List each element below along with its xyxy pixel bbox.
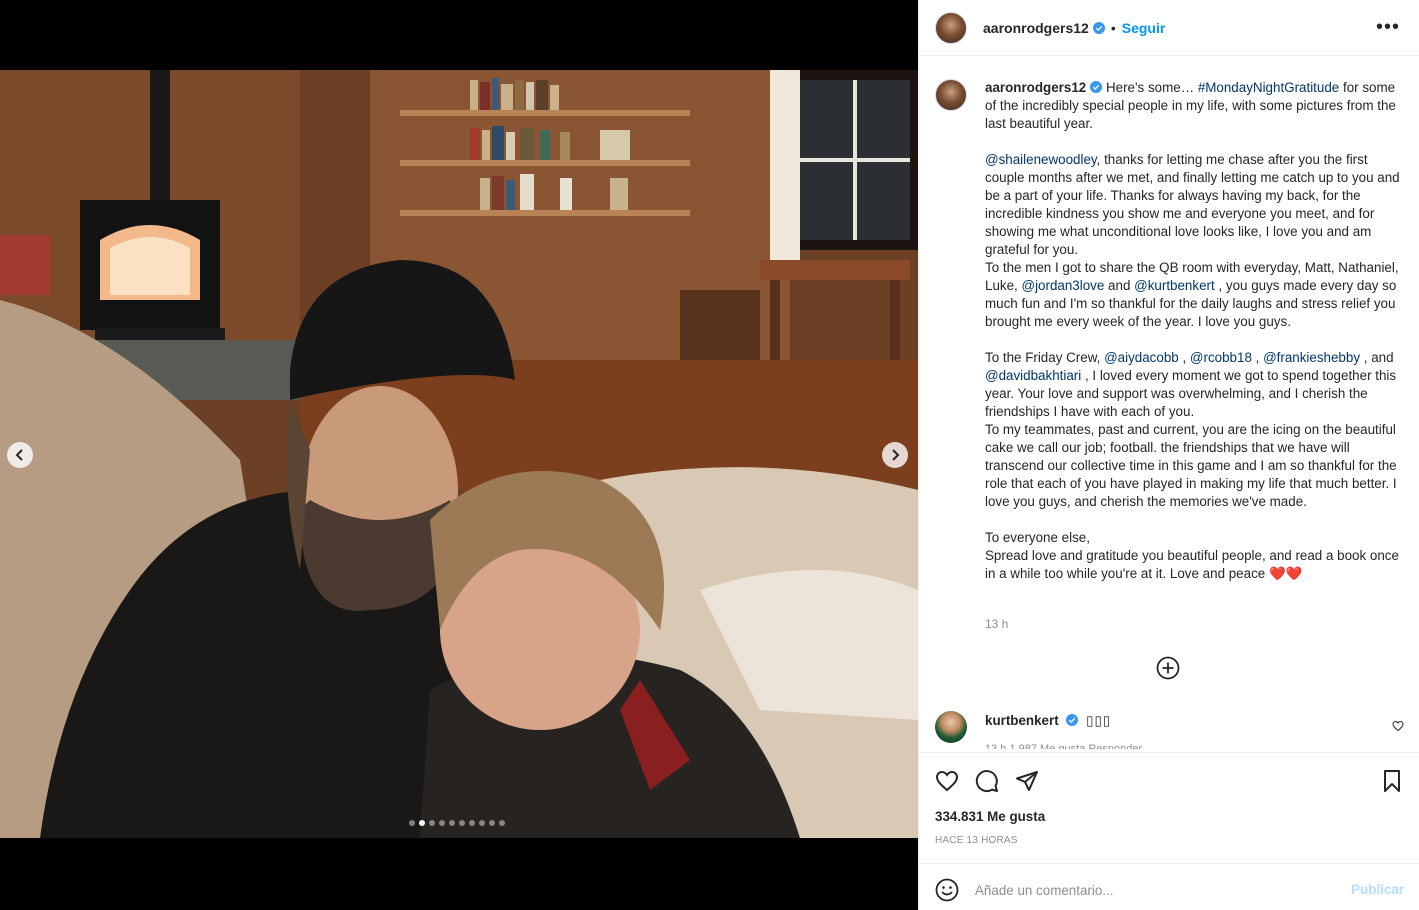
heart-emoji-icon: ❤️❤️: [1268, 566, 1303, 581]
mention-link[interactable]: @jordan3love: [1021, 278, 1104, 293]
like-comment-heart-icon[interactable]: [1392, 720, 1404, 732]
post-photo: [0, 70, 918, 838]
caption-paragraph: aaronrodgers12 Here's some… #MondayNight…: [985, 79, 1405, 133]
carousel-dot: [439, 820, 445, 826]
publish-button[interactable]: Publicar: [1351, 882, 1404, 897]
comment-input[interactable]: [975, 876, 1335, 904]
mention-link[interactable]: @kurtbenkert: [1134, 278, 1215, 293]
carousel-dot: [469, 820, 475, 826]
post-caption: aaronrodgers12 Here's some… #MondayNight…: [985, 79, 1405, 583]
carousel-dot: [459, 820, 465, 826]
like-heart-icon[interactable]: [935, 769, 959, 793]
caption-author-avatar[interactable]: [935, 79, 967, 111]
caption-paragraph: Spread love and gratitude you beautiful …: [985, 547, 1405, 583]
action-bar: 334.831 Me gusta HACE 13 HORAS: [919, 752, 1419, 863]
comment-composer: Publicar: [919, 863, 1419, 910]
caption-and-comments: aaronrodgers12 Here's some… #MondayNight…: [919, 57, 1419, 752]
carousel-dot: [449, 820, 455, 826]
post-side-panel: aaronrodgers12 • Seguir ••• aaronrodgers…: [918, 0, 1419, 910]
previous-photo-button[interactable]: [7, 442, 33, 468]
caption-paragraph: To everyone else,: [985, 529, 1405, 547]
instagram-post-modal: aaronrodgers12 • Seguir ••• aaronrodgers…: [0, 0, 1419, 910]
mention-link[interactable]: @davidbakhtiari: [985, 368, 1081, 383]
caption-text: ,: [1178, 350, 1190, 365]
caption-text: ,: [1251, 350, 1264, 365]
comment-emoji-icon: ▯▯▯: [1086, 713, 1112, 728]
follow-button[interactable]: Seguir: [1122, 20, 1166, 36]
carousel-indicator: [409, 820, 505, 826]
author-avatar[interactable]: [935, 11, 967, 44]
next-photo-button[interactable]: [882, 442, 908, 468]
mention-link[interactable]: @shailenewoodley: [985, 152, 1097, 167]
verified-badge-icon: [1066, 714, 1079, 726]
chevron-left-icon: [15, 449, 23, 461]
media-pane: [0, 0, 918, 910]
caption-paragraph: To the Friday Crew, @aiydacobb , @rcobb1…: [985, 349, 1405, 421]
carousel-dot: [489, 820, 495, 826]
commenter-name: kurtbenkert ▯▯▯: [985, 713, 1111, 729]
mention-link[interactable]: #MondayNightGratitude: [1198, 80, 1339, 95]
mention-link[interactable]: @frankieshebby: [1263, 350, 1360, 365]
comment-bubble-icon[interactable]: [975, 769, 999, 793]
verified-badge-icon: [1092, 21, 1105, 34]
carousel-dot: [479, 820, 485, 826]
caption-username[interactable]: aaronrodgers12: [985, 80, 1086, 95]
caption-paragraph: @shailenewoodley, thanks for letting me …: [985, 151, 1405, 259]
carousel-dot: [499, 820, 505, 826]
post-timestamp: HACE 13 HORAS: [935, 835, 1018, 846]
commenter-username[interactable]: kurtbenkert: [985, 713, 1059, 728]
caption-paragraph: [985, 331, 1405, 349]
separator-dot: •: [1110, 19, 1116, 36]
chevron-right-icon: [892, 449, 900, 461]
caption-text: and: [1104, 278, 1135, 293]
mention-link[interactable]: @rcobb18: [1190, 350, 1252, 365]
more-options-button[interactable]: •••: [1376, 17, 1400, 37]
post-header: aaronrodgers12 • Seguir •••: [919, 0, 1419, 56]
caption-text: To everyone else,: [985, 530, 1090, 545]
verified-badge-icon: [1090, 81, 1103, 93]
share-paper-plane-icon[interactable]: [1015, 769, 1039, 793]
carousel-dot: [429, 820, 435, 826]
caption-text: Here's some…: [1105, 80, 1198, 95]
caption-paragraph: To my teammates, past and current, you a…: [985, 421, 1405, 511]
emoji-smiley-icon[interactable]: [935, 878, 959, 902]
comment-meta: 13 h 1.987 Me gusta Responder: [985, 743, 1143, 749]
commenter-avatar[interactable]: [935, 711, 967, 743]
carousel-dot: [409, 820, 415, 826]
author-username[interactable]: aaronrodgers12: [983, 20, 1089, 36]
caption-text: , and: [1360, 350, 1394, 365]
likes-count[interactable]: 334.831 Me gusta: [935, 809, 1045, 824]
caption-text: To my teammates, past and current, you a…: [985, 422, 1397, 509]
caption-paragraph: [985, 511, 1405, 529]
photo-illustration: [0, 70, 918, 838]
caption-paragraph: [985, 133, 1405, 151]
caption-time: 13 h: [985, 617, 1009, 631]
mention-link[interactable]: @aiydacobb: [1104, 350, 1179, 365]
caption-text: To the Friday Crew,: [985, 350, 1105, 365]
caption-text: , thanks for letting me chase after you …: [985, 152, 1400, 257]
caption-paragraph: To the men I got to share the QB room wi…: [985, 259, 1405, 331]
carousel-dot: [419, 820, 425, 826]
load-more-comments-icon[interactable]: [1156, 656, 1180, 680]
caption-text: Spread love and gratitude you beautiful …: [985, 548, 1399, 581]
save-bookmark-icon[interactable]: [1380, 769, 1404, 793]
